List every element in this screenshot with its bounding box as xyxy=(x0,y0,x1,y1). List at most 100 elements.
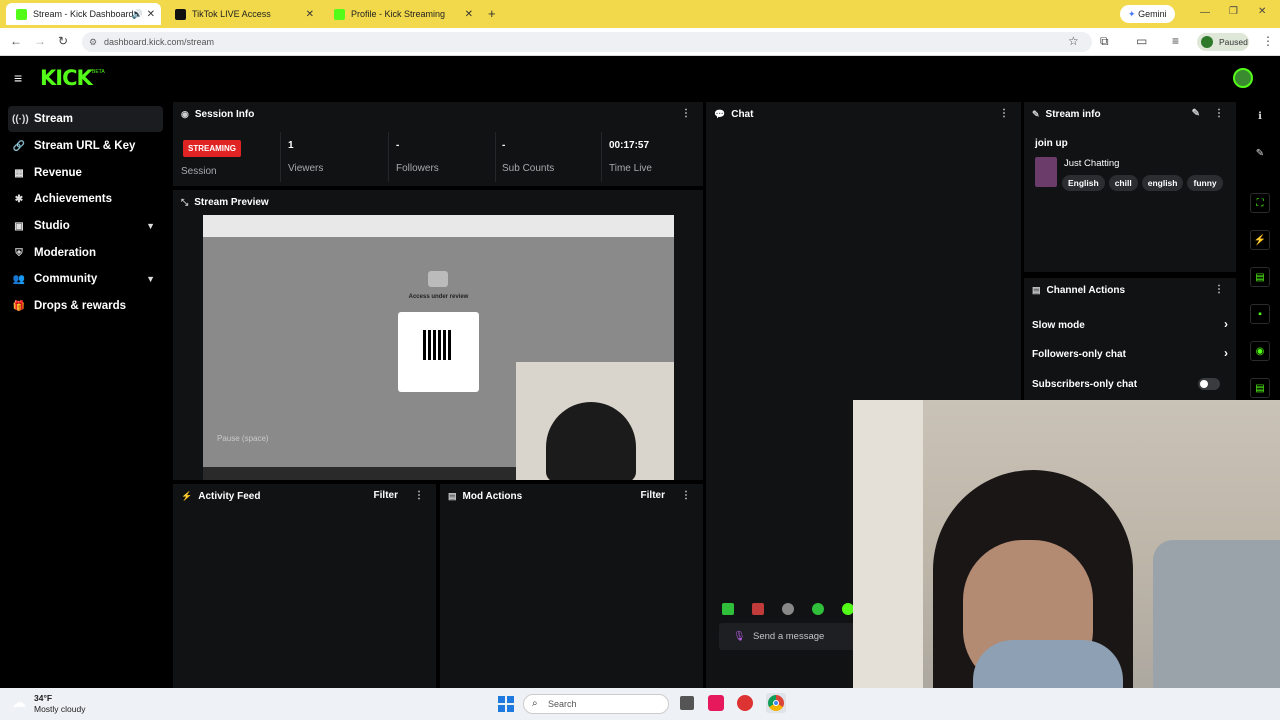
sidebar-item-label: Achievements xyxy=(34,193,112,205)
chat-toggle-icon[interactable]: ▪ xyxy=(1250,304,1270,324)
preview-video[interactable]: Access under review Pause (space) xyxy=(203,215,674,480)
panel-title: Chat xyxy=(731,108,754,120)
browser-address-bar: ← → ↻ ⚙ dashboard.kick.com/stream ☆ ⧉ ▭ … xyxy=(0,28,1280,56)
chevron-down-icon[interactable]: ▼ xyxy=(146,221,155,231)
subscribers-only-toggle[interactable] xyxy=(1198,378,1220,390)
stat-value: 00:17:57 xyxy=(609,140,650,151)
minimize-icon[interactable]: — xyxy=(1200,7,1210,18)
edit-icon[interactable]: ✎ xyxy=(1192,108,1200,119)
preview-toggle-icon[interactable]: ⛶ xyxy=(1250,193,1270,213)
search-placeholder: Search xyxy=(548,699,577,709)
mod-actions-panel: ▤ Mod Actions Filter ⋮ xyxy=(440,484,703,688)
bookmark-star-icon[interactable]: ☆ xyxy=(1068,34,1079,48)
chrome-app-icon[interactable] xyxy=(766,693,786,713)
filter-button[interactable]: Filter xyxy=(374,490,398,501)
restore-icon[interactable]: ❐ xyxy=(1229,6,1238,17)
tab-tiktok-live-access[interactable]: TikTok LIVE Access ✕ xyxy=(165,3,320,25)
kick-favicon-icon xyxy=(16,8,27,20)
user-avatar[interactable] xyxy=(1233,68,1253,88)
taskbar-search-input[interactable]: ⌕ Search xyxy=(523,694,669,714)
tab-profile-kick[interactable]: Profile - Kick Streaming ✕ xyxy=(324,3,479,25)
close-window-icon[interactable]: ✕ xyxy=(1258,6,1266,17)
preview-illustration-icon xyxy=(428,271,448,287)
broadcast-icon: ◉ xyxy=(181,108,189,119)
tab-kick-dashboard[interactable]: Stream - Kick Dashboard 🔊 ✕ xyxy=(6,3,161,25)
app-icon[interactable] xyxy=(737,695,753,711)
extensions-icon[interactable]: ⧉ xyxy=(1100,34,1109,49)
kick-logo[interactable]: KICK xyxy=(40,66,93,90)
money-icon: ▦ xyxy=(14,167,24,179)
sidebar-item-community[interactable]: 👥 Community ▼ xyxy=(8,266,163,292)
windows-start-icon[interactable] xyxy=(498,696,514,712)
channel-actions-toggle-icon[interactable]: ▤ xyxy=(1250,378,1270,398)
media-controls-icon[interactable]: ≡ xyxy=(1172,34,1179,48)
info-icon[interactable]: ℹ xyxy=(1250,107,1270,127)
activity-feed-panel: ⚡ Activity Feed Filter ⋮ xyxy=(173,484,436,688)
slow-mode-row[interactable]: Slow mode › xyxy=(1032,317,1228,331)
sidebar-item-studio[interactable]: ▣ Studio ▼ xyxy=(8,213,163,239)
close-tab-icon[interactable]: ✕ xyxy=(147,9,155,20)
panel-title: Stream info xyxy=(1045,108,1101,120)
profile-paused-button[interactable]: Paused xyxy=(1197,33,1249,51)
stat-sub-counts: - Sub Counts xyxy=(502,140,554,174)
more-options-icon[interactable]: ⋮ xyxy=(681,108,691,119)
weather-desc[interactable]: Mostly cloudy xyxy=(34,704,86,714)
channel-actions-panel: ▤ Channel Actions ⋮ Slow mode › Follower… xyxy=(1024,278,1236,403)
cast-icon[interactable]: ▭ xyxy=(1136,34,1147,48)
microphone-icon[interactable]: 🎙 xyxy=(733,623,745,650)
sidebar-item-moderation[interactable]: ⛨ Moderation xyxy=(8,240,163,266)
close-tab-icon[interactable]: ✕ xyxy=(306,9,314,20)
tiktok-app-icon[interactable] xyxy=(708,695,724,711)
broadcast-toggle-icon[interactable]: ◉ xyxy=(1250,341,1270,361)
panel-header: ⚡ Activity Feed Filter ⋮ xyxy=(173,484,436,508)
more-options-icon[interactable]: ⋮ xyxy=(1214,284,1224,295)
sidebar-item-revenue[interactable]: ▦ Revenue xyxy=(8,160,163,186)
new-tab-icon[interactable]: + xyxy=(488,6,496,21)
browser-menu-icon[interactable]: ⋮ xyxy=(1262,34,1274,48)
filter-button[interactable]: Filter xyxy=(641,490,665,501)
forward-icon[interactable]: → xyxy=(34,34,46,48)
emote-icon[interactable] xyxy=(782,603,794,615)
audio-icon[interactable]: 🔊 xyxy=(132,9,143,20)
profile-status: Paused xyxy=(1219,37,1248,47)
weather-temp[interactable]: 34°F xyxy=(34,693,52,703)
more-options-icon[interactable]: ⋮ xyxy=(999,108,1009,119)
chat-message-input[interactable]: 🎙 Send a message xyxy=(719,623,869,650)
activity-toggle-icon[interactable]: ⚡ xyxy=(1250,230,1270,250)
sidebar-item-stream[interactable]: ((·)) Stream xyxy=(8,106,163,132)
sidebar-item-drops-rewards[interactable]: 🎁 Drops & rewards xyxy=(8,293,163,319)
star-icon: ✱ xyxy=(14,193,24,205)
task-view-icon[interactable] xyxy=(680,696,694,710)
chevron-right-icon[interactable]: › xyxy=(1224,346,1228,360)
webcam-wall xyxy=(853,400,923,720)
action-label: Slow mode xyxy=(1032,320,1085,331)
sidebar-item-achievements[interactable]: ✱ Achievements xyxy=(8,186,163,212)
followers-only-row[interactable]: Followers-only chat › xyxy=(1032,346,1228,360)
divider xyxy=(601,132,602,182)
mod-actions-toggle-icon[interactable]: ▤ xyxy=(1250,267,1270,287)
back-icon[interactable]: ← xyxy=(10,34,22,48)
site-info-icon[interactable]: ⚙ xyxy=(89,32,97,52)
more-options-icon[interactable]: ⋮ xyxy=(1214,108,1224,119)
chevron-right-icon[interactable]: › xyxy=(1224,317,1228,331)
emote-icon[interactable] xyxy=(752,603,764,615)
url-input[interactable]: ⚙ dashboard.kick.com/stream xyxy=(82,32,1092,52)
hamburger-menu-icon[interactable]: ≡ xyxy=(14,70,22,86)
pencil-icon[interactable]: ✎ xyxy=(1250,144,1270,164)
right-rail: ℹ ✎ ⛶ ⚡ ▤ ▪ ◉ ▤ xyxy=(1240,99,1280,399)
chevron-down-icon[interactable]: ▼ xyxy=(146,274,155,284)
preview-heading: Access under review xyxy=(408,294,469,300)
more-options-icon[interactable]: ⋮ xyxy=(681,490,691,501)
close-tab-icon[interactable]: ✕ xyxy=(465,9,473,20)
reload-icon[interactable]: ↻ xyxy=(58,34,68,48)
weather-icon[interactable]: ☁ xyxy=(12,694,30,710)
session-info-panel: ◉ Session Info ⋮ STREAMING Session 1 Vie… xyxy=(173,102,703,186)
more-options-icon[interactable]: ⋮ xyxy=(414,490,424,501)
emote-icon[interactable] xyxy=(722,603,734,615)
panel-header: 💬 Chat ⋮ xyxy=(706,102,1021,126)
tag: funny xyxy=(1187,175,1223,191)
emote-icon[interactable] xyxy=(812,603,824,615)
sidebar-item-stream-url-key[interactable]: 🔗 Stream URL & Key xyxy=(8,133,163,159)
gemini-button[interactable]: ✦ Gemini xyxy=(1120,5,1175,23)
stat-value: 1 xyxy=(288,140,294,151)
